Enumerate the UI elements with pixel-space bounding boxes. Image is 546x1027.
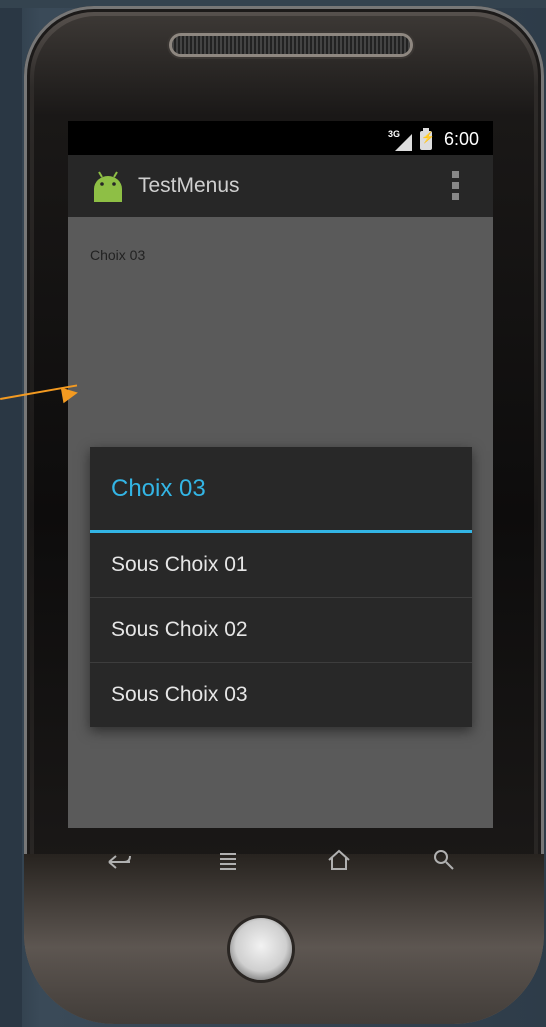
signal-icon: [395, 134, 412, 151]
status-time: 6:00: [444, 129, 480, 149]
submenu-item-sous-choix-01[interactable]: Sous Choix 01: [90, 533, 472, 597]
android-app-icon: [94, 171, 122, 202]
battery-charging-icon: [420, 128, 435, 150]
navigation-bar: [68, 828, 493, 894]
submenu-item-label: Sous Choix 02: [111, 618, 248, 641]
hardware-home-button[interactable]: [230, 918, 292, 980]
selected-choice-text: Choix 03: [90, 247, 146, 263]
back-icon[interactable]: [106, 850, 134, 872]
background-left-strip: [0, 0, 22, 1027]
submenu-item-label: Sous Choix 03: [111, 683, 248, 706]
action-bar: TestMenus: [68, 155, 493, 217]
device-screen: 3G 6:00 TestMenus Choix 03 Choix 03 Sous…: [68, 121, 493, 828]
home-icon[interactable]: [326, 848, 352, 872]
speaker-grille: [172, 36, 410, 54]
app-title: TestMenus: [138, 174, 240, 197]
dialog-title: Choix 03: [111, 475, 206, 502]
content-area: Choix 03 Choix 03 Sous Choix 01 Sous Cho…: [68, 217, 493, 828]
submenu-item-label: Sous Choix 01: [111, 553, 248, 576]
submenu-item-sous-choix-02[interactable]: Sous Choix 02: [90, 598, 472, 662]
status-bar: 3G 6:00: [68, 121, 493, 155]
submenu-item-sous-choix-03[interactable]: Sous Choix 03: [90, 663, 472, 727]
annotation-arrow-head: [60, 384, 80, 404]
submenu-dialog: Choix 03 Sous Choix 01 Sous Choix 02 Sou…: [90, 447, 472, 727]
search-icon[interactable]: [432, 848, 456, 872]
overflow-menu-icon[interactable]: [452, 171, 460, 203]
menu-icon[interactable]: [218, 850, 238, 872]
